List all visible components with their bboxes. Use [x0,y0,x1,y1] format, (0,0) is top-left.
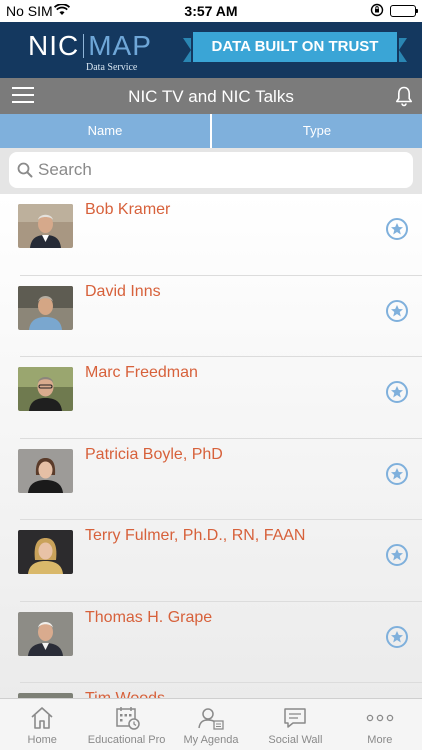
tab-my-agenda[interactable]: My Agenda [169,699,253,750]
agenda-icon [197,705,225,731]
tab-home-label: Home [27,734,57,746]
tagline-ribbon: DATA BUILT ON TRUST [183,32,407,62]
more-icon [366,705,394,731]
tab-more-label: More [367,734,393,746]
speaker-name: Marc Freedman [85,364,198,381]
nicmap-logo: NIC MAP Data Service [28,30,152,73]
speaker-photo [18,285,73,330]
calendar-icon [113,705,141,731]
navigation-bar: NIC TV and NIC Talks [0,78,422,114]
speaker-photo [18,204,73,248]
rotation-lock-icon [370,3,384,20]
speaker-name: Patricia Boyle, PhD [85,445,223,463]
banner: NIC MAP Data Service DATA BUILT ON TRUST [0,22,422,78]
speaker-photo [18,448,73,493]
favorite-star-icon[interactable] [386,299,408,322]
speaker-name: Tim Woods [85,690,165,698]
tab-social-wall-label: Social Wall [268,734,323,746]
status-bar: No SIM 3:57 AM [0,0,422,22]
page-title: NIC TV and NIC Talks [128,87,294,106]
tab-type[interactable]: Type [210,114,422,148]
speaker-name: Thomas H. Grape [85,608,213,626]
list-item[interactable]: Thomas H. Grape [0,602,422,683]
chat-icon [281,705,309,731]
search-input[interactable] [38,158,398,182]
battery-icon [390,5,418,17]
clock: 3:57 AM [184,3,238,19]
search-box [9,152,413,188]
list-item[interactable]: Marc Freedman [0,357,422,439]
tab-social-wall[interactable]: Social Wall [253,699,337,750]
favorite-star-icon[interactable] [386,625,408,648]
speaker-name: Bob Kramer [85,201,171,218]
tab-my-agenda-label: My Agenda [183,734,239,746]
list-item[interactable]: David Inns [0,276,422,357]
favorite-star-icon[interactable] [386,544,408,566]
bottom-tab-bar: Home Educational Pro My Agenda Social Wa… [0,698,422,750]
speaker-photo [18,530,73,574]
speaker-photo [18,611,73,656]
search-icon [17,162,33,178]
tab-more[interactable]: More [338,699,422,750]
speaker-name: Terry Fulmer, Ph.D., RN, FAAN [85,527,306,544]
tab-name[interactable]: Name [0,114,210,148]
list-item[interactable]: Patricia Boyle, PhD [0,439,422,520]
speaker-name: David Inns [85,282,161,300]
favorite-star-icon[interactable] [386,218,408,240]
search-bar [0,148,422,194]
logo-subtitle: Data Service [86,62,138,73]
logo-nic: NIC [28,30,80,61]
list-item[interactable]: Bob Kramer [0,194,422,276]
favorite-star-icon[interactable] [386,381,408,403]
logo-map: MAP [88,30,152,61]
favorite-star-icon[interactable] [386,462,408,485]
list-item[interactable]: Terry Fulmer, Ph.D., RN, FAAN [0,520,422,602]
tab-home[interactable]: Home [0,699,84,750]
speaker-list: Bob Kramer David Inns Marc Freedman Patr… [0,194,422,698]
list-item[interactable]: Tim Woods [0,683,422,698]
tab-educational-label: Educational Pro [87,734,166,746]
home-icon [28,705,56,731]
bell-icon[interactable] [393,85,415,107]
speaker-photo [18,367,73,411]
sort-tabs: Name Type [0,114,422,148]
tab-educational-programs[interactable]: Educational Pro [84,699,168,750]
